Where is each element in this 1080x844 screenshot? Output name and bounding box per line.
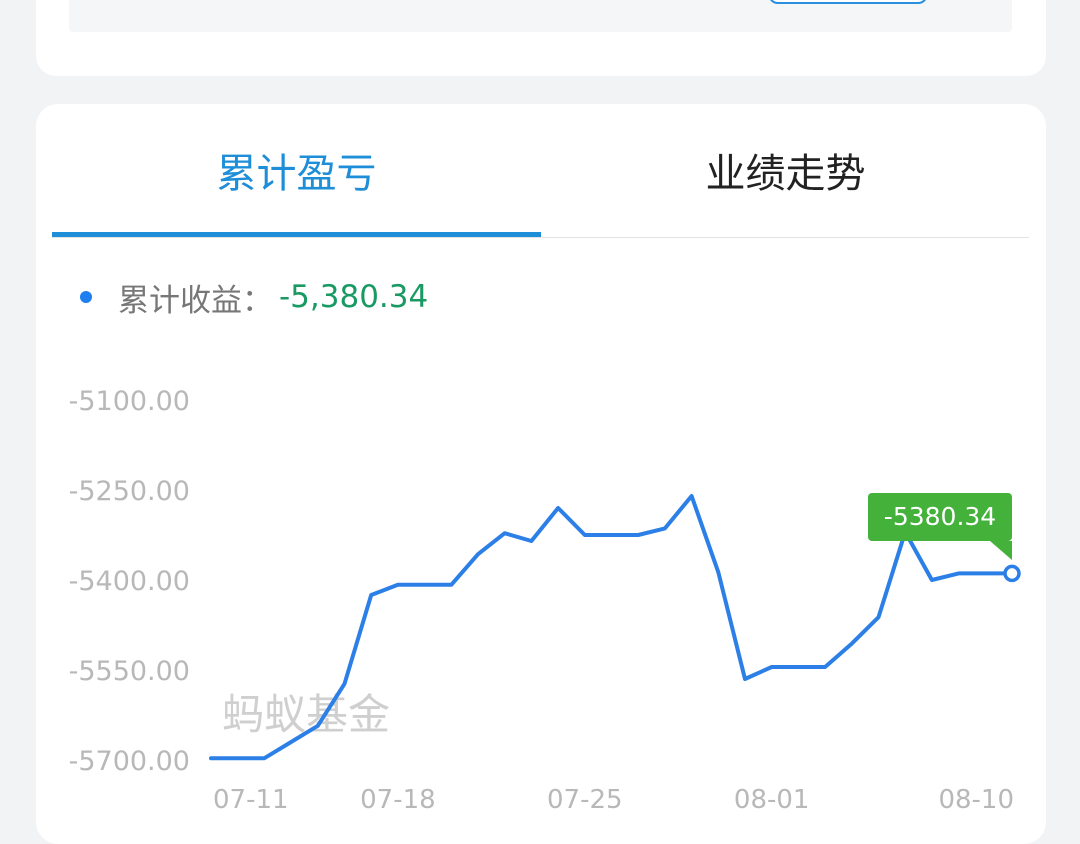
cumulative-pnl-chart[interactable]: -5100.00 -5250.00 -5400.00 -5550.00 -5700.00…: [0, 0, 1080, 810]
y-tick-label: -5700.00: [69, 746, 190, 777]
last-point-marker[interactable]: [1003, 564, 1021, 583]
y-axis: -5100.00 -5250.00 -5400.00 -5550.00 -5700.00: [69, 386, 190, 777]
x-axis: 07-11 07-18 07-25 08-01 08-10: [213, 785, 1014, 810]
x-tick-label: 07-25: [547, 785, 623, 810]
tooltip-text: -5380.34: [884, 502, 996, 531]
y-tick-label: -5100.00: [69, 386, 190, 417]
x-tick-label: 07-18: [360, 785, 436, 810]
x-tick-label: 07-11: [213, 785, 289, 810]
value-tooltip: -5380.34: [868, 493, 1012, 560]
x-tick-label: 08-01: [734, 785, 810, 810]
y-tick-label: -5550.00: [69, 656, 190, 687]
tooltip-pointer: [990, 541, 1012, 560]
x-tick-label: 08-10: [938, 785, 1014, 810]
y-tick-label: -5400.00: [69, 566, 190, 597]
y-tick-label: -5250.00: [69, 476, 190, 507]
